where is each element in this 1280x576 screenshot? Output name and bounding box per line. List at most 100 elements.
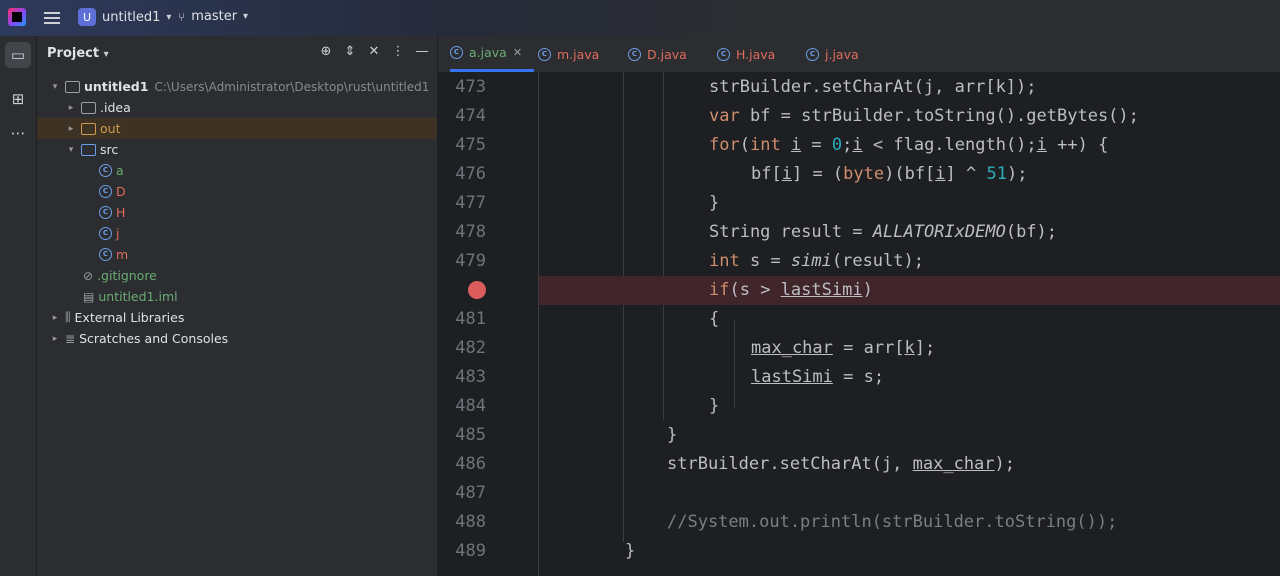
line-number: 488 — [455, 512, 486, 532]
hide-icon[interactable]: — — [415, 44, 429, 62]
project-name: untitled1 — [102, 9, 161, 25]
branch-icon: ⑂ — [178, 9, 186, 24]
chevron-right-icon: ▸ — [52, 312, 58, 323]
line-number: 482 — [455, 338, 486, 358]
line-number: 485 — [455, 425, 486, 445]
line-number: 476 — [455, 164, 486, 184]
code-line: lastSimi = s; — [751, 367, 885, 387]
tab-d-java[interactable]: C D.java — [628, 36, 687, 72]
class-icon: C — [538, 47, 551, 61]
iml-file-icon: ▤ — [83, 289, 95, 304]
tree-item-class-d[interactable]: C D — [37, 181, 437, 202]
tree-item-label: H — [116, 205, 126, 220]
code-line: } — [667, 425, 678, 445]
project-panel-title[interactable]: Project ▾ — [47, 46, 109, 61]
line-number: 484 — [455, 396, 486, 416]
tree-item-class-h[interactable]: C H — [37, 202, 437, 223]
intellij-logo-icon[interactable] — [8, 8, 26, 26]
line-number: 489 — [455, 541, 486, 561]
expand-all-icon[interactable]: ⇕ — [343, 44, 357, 62]
line-number: 478 — [455, 222, 486, 242]
code-line: max_char = arr[k]; — [751, 338, 936, 358]
main-menu-icon[interactable] — [44, 10, 60, 26]
tool-window-stripe: ▭ ⊞ ⋯ — [0, 36, 37, 576]
tree-item-label: src — [100, 142, 119, 157]
tree-item-label: .gitignore — [97, 268, 157, 283]
tree-item-class-j[interactable]: C j — [37, 223, 437, 244]
code-line: } — [625, 541, 636, 561]
code-line: } — [709, 396, 720, 416]
close-icon[interactable]: ✕ — [513, 46, 522, 59]
class-icon: C — [99, 185, 112, 198]
tab-m-java[interactable]: C m.java — [538, 36, 599, 72]
tab-label: j.java — [825, 46, 859, 62]
class-icon: C — [99, 164, 112, 177]
vcs-branch-switcher[interactable]: ⑂ master ▾ — [178, 9, 248, 24]
chevron-down-icon: ▾ — [166, 11, 172, 23]
class-icon: C — [628, 47, 641, 61]
line-number: 473 — [455, 77, 486, 97]
class-icon: C — [717, 47, 730, 61]
tree-item-idea[interactable]: ▸ .idea — [37, 97, 437, 118]
code-line: strBuilder.setCharAt(j, max_char); — [667, 454, 1016, 474]
chevron-down-icon: ▾ — [52, 81, 58, 92]
tree-item-label: Scratches and Consoles — [79, 331, 229, 346]
more-tools-icon[interactable]: ⋯ — [5, 120, 31, 146]
tab-label: a.java — [469, 45, 507, 60]
folder-icon — [81, 101, 96, 114]
class-icon: C — [99, 206, 112, 219]
structure-tool-icon[interactable]: ⊞ — [5, 86, 31, 112]
tree-item-class-m[interactable]: C m — [37, 244, 437, 265]
breakpoint-icon[interactable] — [468, 281, 486, 299]
scratches-icon: ≣ — [65, 331, 76, 346]
tree-item-class-a[interactable]: C a — [37, 160, 437, 181]
chevron-down-icon: ▾ — [68, 144, 74, 155]
branch-name: master — [191, 9, 238, 24]
tree-item-external-libraries[interactable]: ▸ ⫼ External Libraries — [37, 307, 437, 328]
project-switcher[interactable]: U untitled1 ▾ — [78, 8, 171, 26]
tree-item-out[interactable]: ▸ out — [37, 118, 437, 139]
class-icon: C — [806, 47, 819, 61]
tree-item-root[interactable]: ▾ untitled1 C:\Users\Administrator\Deskt… — [37, 76, 437, 97]
editor-tab-bar: C a.java ✕ C m.java C D.java C H.java C … — [438, 36, 1280, 73]
project-panel-header: Project ▾ ⊕ ⇕ ✕ ⋮ — — [37, 36, 437, 72]
ignore-file-icon: ⊘ — [83, 268, 94, 283]
tree-item-label: D — [116, 184, 126, 199]
tree-item-label: untitled1 — [84, 79, 149, 94]
line-number: 481 — [455, 309, 486, 329]
tab-h-java[interactable]: C H.java — [717, 36, 775, 72]
library-icon: ⫼ — [65, 310, 71, 324]
tree-item-gitignore[interactable]: ⊘ .gitignore — [37, 265, 437, 286]
line-number: 479 — [455, 251, 486, 271]
tree-item-path: C:\Users\Administrator\Desktop\rust\unti… — [154, 79, 430, 94]
editor-gutter[interactable]: 473 474 475 476 477 478 479 481 482 483 … — [438, 72, 539, 576]
tree-item-src[interactable]: ▾ src — [37, 139, 437, 160]
line-number: 475 — [455, 135, 486, 155]
project-tool-icon[interactable]: ▭ — [5, 42, 31, 68]
tab-label: D.java — [647, 46, 687, 62]
tab-a-java[interactable]: C a.java ✕ — [450, 36, 535, 72]
tab-j-java[interactable]: C j.java — [806, 36, 859, 72]
tree-item-label: m — [116, 247, 129, 262]
code-editor[interactable]: strBuilder.setCharAt(j, arr[k]); var bf … — [539, 72, 1280, 576]
code-line: var bf = strBuilder.toString().getBytes(… — [709, 106, 1139, 126]
excluded-folder-icon — [81, 122, 96, 135]
options-icon[interactable]: ⋮ — [391, 44, 405, 62]
collapse-all-icon[interactable]: ✕ — [367, 44, 381, 62]
tab-label: m.java — [557, 46, 600, 62]
code-line: bf[i] = (byte)(bf[i] ^ 51); — [751, 164, 1028, 184]
code-line: String result = ALLATORIxDEMO(bf); — [709, 222, 1058, 242]
class-icon: C — [450, 46, 463, 59]
chevron-right-icon: ▸ — [52, 333, 58, 344]
code-line: int s = simi(result); — [709, 251, 924, 271]
tree-item-label: untitled1.iml — [98, 289, 178, 304]
tree-item-label: a — [116, 163, 124, 178]
locate-icon[interactable]: ⊕ — [319, 44, 333, 62]
tree-item-scratches[interactable]: ▸ ≣ Scratches and Consoles — [37, 328, 437, 349]
chevron-down-icon: ▾ — [243, 11, 249, 22]
code-line: } — [709, 193, 720, 213]
source-folder-icon — [81, 143, 96, 156]
class-icon: C — [99, 248, 112, 261]
tree-item-iml[interactable]: ▤ untitled1.iml — [37, 286, 437, 307]
